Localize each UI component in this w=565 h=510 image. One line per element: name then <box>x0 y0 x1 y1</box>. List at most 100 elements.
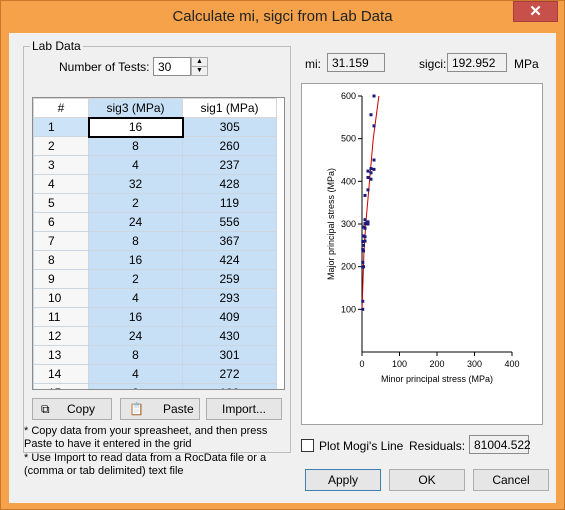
y-tick-label: 600 <box>341 91 356 101</box>
spin-down-icon[interactable]: ▼ <box>191 66 208 76</box>
lab-data-group: Lab Data Number of Tests: 30 ▲ ▼ # sig3 … <box>23 39 291 453</box>
sig3-cell[interactable]: 4 <box>88 288 183 308</box>
strength-chart: 0 100 200 300 400 100 200 300 400 500 600 Minor pri… <box>326 91 520 384</box>
lab-data-table: # sig3 (MPa) sig1 (MPa) 1 16 305 2 8 260 3 4 237… <box>33 98 277 389</box>
table-row[interactable]: 12 24 430 <box>33 326 277 346</box>
title-bar[interactable]: Calculate mi, sigci from Lab Data ✕ <box>1 1 564 33</box>
sig3-cell[interactable]: 32 <box>88 174 183 194</box>
apply-button[interactable]: Apply <box>305 469 381 491</box>
num-tests-label: Number of Tests: <box>59 60 150 74</box>
dialog-client: Lab Data Number of Tests: 30 ▲ ▼ # sig3 … <box>9 33 556 503</box>
data-point <box>369 167 373 171</box>
sig3-cell[interactable]: 2 <box>88 383 183 389</box>
data-point <box>362 265 365 269</box>
sig1-cell[interactable]: 293 <box>182 288 277 308</box>
y-tick-label: 400 <box>341 176 356 186</box>
plot-mogi-checkbox[interactable] <box>301 439 314 452</box>
x-tick-label: 0 <box>359 359 364 369</box>
sig1-cell[interactable]: 272 <box>182 364 277 384</box>
sig3-cell[interactable]: 16 <box>88 250 183 270</box>
sig1-cell[interactable]: 428 <box>182 174 277 194</box>
sig1-cell[interactable]: 237 <box>182 155 277 175</box>
table-row[interactable]: 6 24 556 <box>33 212 277 232</box>
data-point <box>363 235 367 239</box>
sig3-cell[interactable]: 4 <box>88 155 183 175</box>
import-note: * Use Import to read data from a RocData… <box>24 452 267 477</box>
plot-mogi-label: Plot Mogi's Line <box>319 439 404 453</box>
table-row[interactable]: 5 2 119 <box>33 193 277 213</box>
row-number-cell: 14 <box>33 364 89 384</box>
data-point <box>361 260 365 264</box>
data-point <box>363 218 367 222</box>
sig1-cell[interactable]: 430 <box>182 326 277 346</box>
sig3-cell[interactable]: 16 <box>88 307 183 327</box>
data-point <box>372 158 376 162</box>
data-point <box>369 171 373 175</box>
ok-button[interactable]: OK <box>389 469 465 491</box>
sig1-cell[interactable]: 301 <box>182 345 277 365</box>
table-row[interactable]: 3 4 237 <box>33 155 277 175</box>
sig3-cell[interactable]: 16 <box>87 116 184 138</box>
sig1-cell[interactable]: 367 <box>182 231 277 251</box>
row-number-cell: 3 <box>33 155 89 175</box>
row-number-cell: 10 <box>33 288 89 308</box>
data-point <box>363 222 367 226</box>
table-row[interactable]: 8 16 424 <box>33 250 277 270</box>
sig1-cell[interactable]: 409 <box>182 307 277 327</box>
copy-button[interactable]: ⧉ Copy <box>32 398 112 420</box>
lab-data-group-label: Lab Data <box>30 39 83 53</box>
sig3-cell[interactable]: 24 <box>88 212 183 232</box>
sig1-cell[interactable]: 305 <box>182 117 277 137</box>
sig3-cell[interactable]: 2 <box>88 193 183 213</box>
table-row[interactable]: 10 4 293 <box>33 288 277 308</box>
sig3-cell[interactable]: 8 <box>88 136 183 156</box>
close-button[interactable]: ✕ <box>513 1 558 22</box>
copy-label: Copy <box>67 402 96 416</box>
grid-header-number: # <box>33 98 89 118</box>
copy-icon: ⧉ <box>41 402 50 416</box>
import-button[interactable]: Import... <box>206 398 282 420</box>
table-row[interactable]: 13 8 301 <box>33 345 277 365</box>
table-row[interactable]: 152199 <box>33 383 277 389</box>
lab-data-grid[interactable]: # sig3 (MPa) sig1 (MPa) 1 16 305 2 8 260 3 4 237… <box>32 97 285 390</box>
cancel-button[interactable]: Cancel <box>473 469 549 491</box>
sig1-cell[interactable]: 119 <box>182 193 277 213</box>
table-row[interactable]: 9 2 259 <box>33 269 277 289</box>
num-tests-input[interactable]: 30 <box>153 57 191 76</box>
data-point <box>366 188 370 192</box>
sig1-cell[interactable]: 259 <box>182 269 277 289</box>
sig3-cell[interactable]: 24 <box>88 326 183 346</box>
grid-header-sig1[interactable]: sig1 (MPa) <box>182 98 277 118</box>
y-axis-label: Major principal stress (MPa) <box>326 168 336 280</box>
table-row[interactable]: 11 16 409 <box>33 307 277 327</box>
sig3-cell[interactable]: 4 <box>88 364 183 384</box>
table-row[interactable]: 2 8 260 <box>33 136 277 156</box>
x-tick-label: 300 <box>467 359 482 369</box>
table-row[interactable]: 7 8 367 <box>33 231 277 251</box>
data-point <box>363 193 367 197</box>
table-row[interactable]: 14 4 272 <box>33 364 277 384</box>
sig3-cell[interactable]: 8 <box>88 231 183 251</box>
y-tick-label: 300 <box>341 219 356 229</box>
hoek-brown-fit-line <box>361 95 380 312</box>
sig1-cell[interactable]: 424 <box>182 250 277 270</box>
sig1-cell[interactable]: 260 <box>182 136 277 156</box>
sigci-unit: MPa <box>514 57 539 71</box>
x-tick-label: 400 <box>504 359 519 369</box>
paste-button[interactable]: 📋 Paste <box>120 398 200 420</box>
sig1-cell[interactable]: 556 <box>182 212 277 232</box>
data-point <box>361 248 365 252</box>
row-number-cell: 6 <box>33 212 89 232</box>
grid-header-sig3[interactable]: sig3 (MPa) <box>88 98 183 118</box>
sig3-cell[interactable]: 2 <box>88 269 183 289</box>
row-number-cell: 5 <box>33 193 89 213</box>
table-row[interactable]: 4 32 428 <box>33 174 277 194</box>
y-tick-label: 100 <box>341 304 356 314</box>
data-point <box>361 307 365 311</box>
table-row[interactable]: 1 16 305 <box>33 116 277 138</box>
strength-plot: 0 100 200 300 400 100 200 300 400 500 600 Minor pri… <box>301 83 543 425</box>
sig3-cell[interactable]: 8 <box>88 345 183 365</box>
row-number-cell: 9 <box>33 269 89 289</box>
sig1-cell[interactable]: 199 <box>182 383 277 389</box>
window-title: Calculate mi, sigci from Lab Data <box>172 8 393 25</box>
